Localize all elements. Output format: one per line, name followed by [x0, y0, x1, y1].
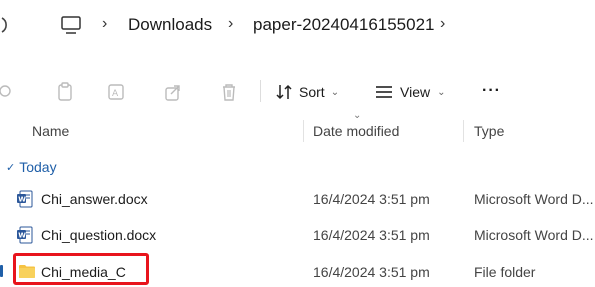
breadcrumb-separator[interactable]: › [440, 15, 445, 33]
header-divider [463, 120, 464, 142]
new-item-icon[interactable] [0, 82, 18, 102]
toolbar-divider [260, 80, 261, 102]
sort-button[interactable]: Sort ⌄ [275, 80, 339, 104]
chevron-down-icon: ⌄ [330, 86, 340, 98]
view-button[interactable]: View ⌄ [375, 80, 445, 104]
file-type: Microsoft Word D... [474, 227, 594, 243]
breadcrumb-separator: › [102, 15, 108, 32]
column-header-date-modified[interactable]: Date modified [313, 123, 399, 139]
view-label: View [400, 84, 431, 100]
sort-label: Sort [299, 84, 325, 100]
column-header-name[interactable]: Name [32, 123, 69, 139]
paste-icon[interactable] [56, 82, 74, 102]
selection-marker [0, 265, 3, 277]
svg-text:A: A [112, 89, 119, 99]
svg-text:W: W [18, 232, 26, 240]
rename-icon[interactable]: A [107, 82, 125, 102]
more-options-button[interactable]: ··· [482, 82, 501, 100]
view-icon [375, 85, 393, 99]
list-item[interactable]: Chi_media_C 16/4/2024 3:51 pm File folde… [0, 253, 595, 286]
header-divider [303, 120, 304, 142]
list-item[interactable]: W Chi_question.docx 16/4/2024 3:51 pm Mi… [0, 221, 595, 251]
chevron-down-icon: ✓ [6, 161, 16, 174]
chevron-down-icon: ⌄ [437, 86, 446, 98]
share-icon[interactable] [164, 82, 182, 102]
sort-direction-icon: ⌄ [353, 110, 362, 121]
column-header-type[interactable]: Type [474, 123, 504, 139]
group-label: Today [19, 159, 57, 175]
this-pc-icon[interactable] [60, 14, 82, 36]
breadcrumb-paper-folder[interactable]: paper-20240416155021 [253, 15, 435, 35]
list-item[interactable]: W Chi_answer.docx 16/4/2024 3:51 pm Micr… [0, 185, 595, 215]
breadcrumb-separator: › [228, 15, 234, 32]
sort-icon [275, 83, 293, 101]
word-doc-icon: W [17, 226, 33, 244]
delete-icon[interactable] [220, 82, 238, 102]
file-type: File folder [474, 264, 536, 280]
breadcrumb-downloads[interactable]: Downloads [128, 15, 212, 35]
file-date: 16/4/2024 3:51 pm [313, 191, 430, 207]
group-header-today[interactable]: ✓ Today [6, 159, 57, 175]
file-type: Microsoft Word D... [474, 191, 594, 207]
file-date: 16/4/2024 3:51 pm [313, 227, 430, 243]
file-date: 16/4/2024 3:51 pm [313, 264, 430, 280]
svg-text:W: W [18, 196, 26, 204]
refresh-icon[interactable] [0, 14, 14, 36]
word-doc-icon: W [17, 190, 33, 208]
file-name: Chi_question.docx [41, 227, 157, 243]
highlight-box [13, 253, 149, 285]
file-name: Chi_answer.docx [41, 191, 148, 207]
